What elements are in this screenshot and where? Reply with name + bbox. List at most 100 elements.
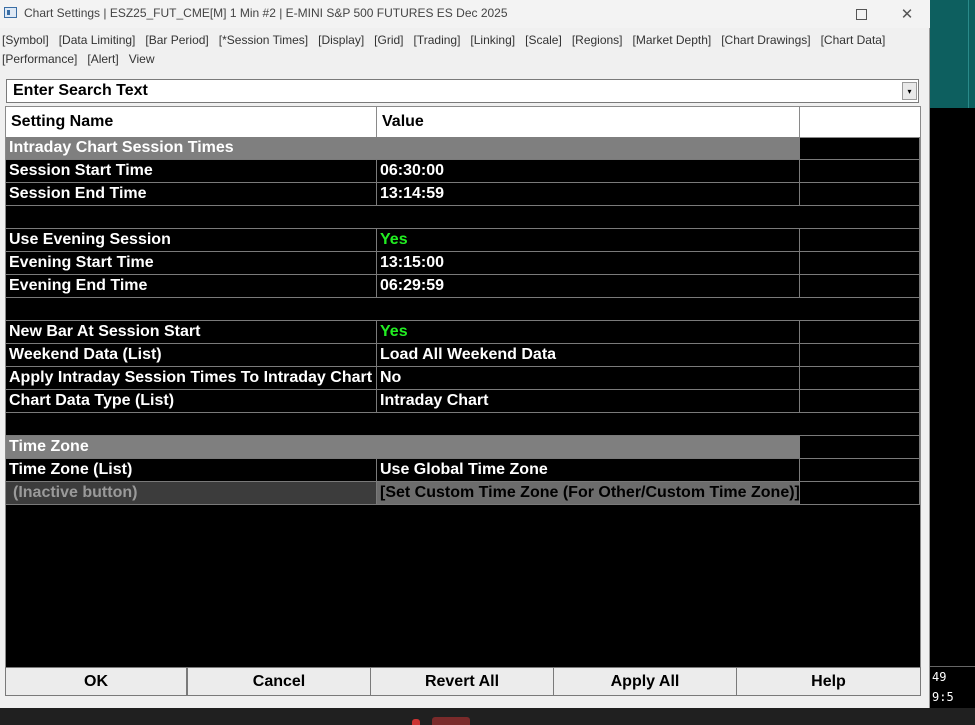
revert-all-button[interactable]: Revert All bbox=[370, 667, 554, 696]
setting-row[interactable]: Time Zone (List) Use Global Time Zone bbox=[6, 459, 920, 482]
extra-column-cell bbox=[800, 137, 920, 160]
setting-value[interactable]: 13:14:59 bbox=[377, 183, 800, 206]
button-bar: OK Cancel Revert All Apply All Help bbox=[5, 667, 921, 696]
extra-column-cell bbox=[800, 229, 920, 252]
setting-row[interactable]: Apply Intraday Session Times To Intraday… bbox=[6, 367, 920, 390]
tab-market-depth[interactable]: [Market Depth] bbox=[633, 31, 712, 50]
tab-trading[interactable]: [Trading] bbox=[414, 31, 461, 50]
chevron-down-icon: ▾ bbox=[907, 87, 912, 96]
section-header-row: Intraday Chart Session Times bbox=[6, 137, 920, 160]
close-icon: ✕ bbox=[900, 5, 914, 23]
maximize-icon bbox=[855, 9, 867, 20]
setting-value[interactable]: Yes bbox=[377, 229, 800, 252]
extra-column-cell bbox=[800, 160, 920, 183]
extra-column-cell bbox=[800, 252, 920, 275]
extra-column-cell bbox=[800, 436, 920, 459]
setting-row[interactable]: New Bar At Session Start Yes bbox=[6, 321, 920, 344]
tab-display[interactable]: [Display] bbox=[318, 31, 364, 50]
window-title: Chart Settings | ESZ25_FUT_CME[M] 1 Min … bbox=[24, 6, 508, 20]
tab-data-limiting[interactable]: [Data Limiting] bbox=[59, 31, 136, 50]
setting-value[interactable]: Intraday Chart bbox=[377, 390, 800, 413]
extra-column-cell bbox=[800, 390, 920, 413]
extra-column-cell bbox=[800, 183, 920, 206]
spacer-row bbox=[6, 206, 920, 229]
background-chart-line bbox=[968, 0, 969, 108]
setting-row[interactable]: (Inactive button) [Set Custom Time Zone (… bbox=[6, 482, 920, 505]
extra-column-cell bbox=[800, 413, 920, 436]
setting-name: Session Start Time bbox=[6, 160, 377, 183]
settings-tabs: [Symbol] [Data Limiting] [Bar Period] [*Ses… bbox=[2, 31, 922, 69]
header-setting-name[interactable]: Setting Name bbox=[6, 107, 377, 137]
setting-value[interactable]: Use Global Time Zone bbox=[377, 459, 800, 482]
search-input[interactable]: Enter Search Text ▾ bbox=[6, 79, 919, 103]
taskbar-app-icon[interactable] bbox=[432, 717, 470, 725]
help-button[interactable]: Help bbox=[736, 667, 921, 696]
app-icon bbox=[4, 7, 17, 18]
search-dropdown-button[interactable]: ▾ bbox=[902, 82, 917, 100]
extra-column-cell bbox=[800, 367, 920, 390]
tab-view[interactable]: View bbox=[129, 50, 155, 69]
background-clock-text: 49 9:5 bbox=[930, 666, 975, 704]
setting-row[interactable]: Session Start Time 06:30:00 bbox=[6, 160, 920, 183]
chart-settings-window: Chart Settings | ESZ25_FUT_CME[M] 1 Min … bbox=[0, 0, 930, 708]
setting-name bbox=[6, 206, 800, 229]
setting-value[interactable]: 06:29:59 bbox=[377, 275, 800, 298]
tab-performance[interactable]: [Performance] bbox=[2, 50, 77, 69]
setting-name: Evening End Time bbox=[6, 275, 377, 298]
setting-value[interactable]: No bbox=[377, 367, 800, 390]
maximize-button[interactable] bbox=[838, 0, 884, 28]
setting-value[interactable]: Yes bbox=[377, 321, 800, 344]
setting-name: Session End Time bbox=[6, 183, 377, 206]
tab-chart-drawings[interactable]: [Chart Drawings] bbox=[721, 31, 810, 50]
setting-value[interactable]: Load All Weekend Data bbox=[377, 344, 800, 367]
title-bar[interactable]: Chart Settings | ESZ25_FUT_CME[M] 1 Min … bbox=[0, 0, 930, 28]
tab-scale[interactable]: [Scale] bbox=[525, 31, 562, 50]
setting-value[interactable]: 13:15:00 bbox=[377, 252, 800, 275]
tab-linking[interactable]: [Linking] bbox=[470, 31, 515, 50]
apply-all-button[interactable]: Apply All bbox=[553, 667, 737, 696]
setting-name: Weekend Data (List) bbox=[6, 344, 377, 367]
section-title: Time Zone bbox=[6, 436, 800, 459]
setting-row[interactable]: Chart Data Type (List) Intraday Chart bbox=[6, 390, 920, 413]
extra-column-cell bbox=[800, 482, 920, 505]
tab-session-times[interactable]: [*Session Times] bbox=[219, 31, 308, 50]
header-value[interactable]: Value bbox=[377, 107, 800, 137]
settings-grid: Setting Name Value Intraday Chart Sessio… bbox=[5, 106, 921, 668]
search-placeholder: Enter Search Text bbox=[13, 82, 148, 99]
tab-bar-period[interactable]: [Bar Period] bbox=[145, 31, 208, 50]
set-custom-time-zone-button[interactable]: [Set Custom Time Zone (For Other/Custom … bbox=[377, 482, 800, 505]
spacer-row bbox=[6, 298, 920, 321]
section-title: Intraday Chart Session Times bbox=[6, 137, 800, 160]
tab-symbol[interactable]: [Symbol] bbox=[2, 31, 49, 50]
extra-column-cell bbox=[800, 344, 920, 367]
section-header-row: Time Zone bbox=[6, 436, 920, 459]
setting-name bbox=[6, 298, 800, 321]
setting-name: Time Zone (List) bbox=[6, 459, 377, 482]
tab-grid[interactable]: [Grid] bbox=[374, 31, 403, 50]
setting-row[interactable]: Use Evening Session Yes bbox=[6, 229, 920, 252]
spacer-row bbox=[6, 413, 920, 436]
header-extra bbox=[800, 107, 920, 137]
tab-alert[interactable]: [Alert] bbox=[87, 50, 118, 69]
taskbar-app-icon[interactable] bbox=[412, 719, 420, 725]
tab-chart-data[interactable]: [Chart Data] bbox=[821, 31, 886, 50]
extra-column-cell bbox=[800, 206, 920, 229]
setting-name: (Inactive button) bbox=[6, 482, 377, 505]
close-button[interactable]: ✕ bbox=[884, 0, 930, 28]
setting-row[interactable]: Weekend Data (List) Load All Weekend Data bbox=[6, 344, 920, 367]
setting-name: New Bar At Session Start bbox=[6, 321, 377, 344]
extra-column-cell bbox=[800, 298, 920, 321]
ok-button[interactable]: OK bbox=[5, 667, 187, 696]
setting-name: Apply Intraday Session Times To Intraday… bbox=[6, 367, 377, 390]
cancel-button[interactable]: Cancel bbox=[187, 667, 371, 696]
setting-name: Chart Data Type (List) bbox=[6, 390, 377, 413]
setting-value[interactable]: 06:30:00 bbox=[377, 160, 800, 183]
setting-name: Evening Start Time bbox=[6, 252, 377, 275]
tab-regions[interactable]: [Regions] bbox=[572, 31, 623, 50]
setting-row[interactable]: Evening Start Time 13:15:00 bbox=[6, 252, 920, 275]
setting-row[interactable]: Session End Time 13:14:59 bbox=[6, 183, 920, 206]
setting-name: Use Evening Session bbox=[6, 229, 377, 252]
extra-column-cell bbox=[800, 321, 920, 344]
extra-column-cell bbox=[800, 459, 920, 482]
setting-row[interactable]: Evening End Time 06:29:59 bbox=[6, 275, 920, 298]
